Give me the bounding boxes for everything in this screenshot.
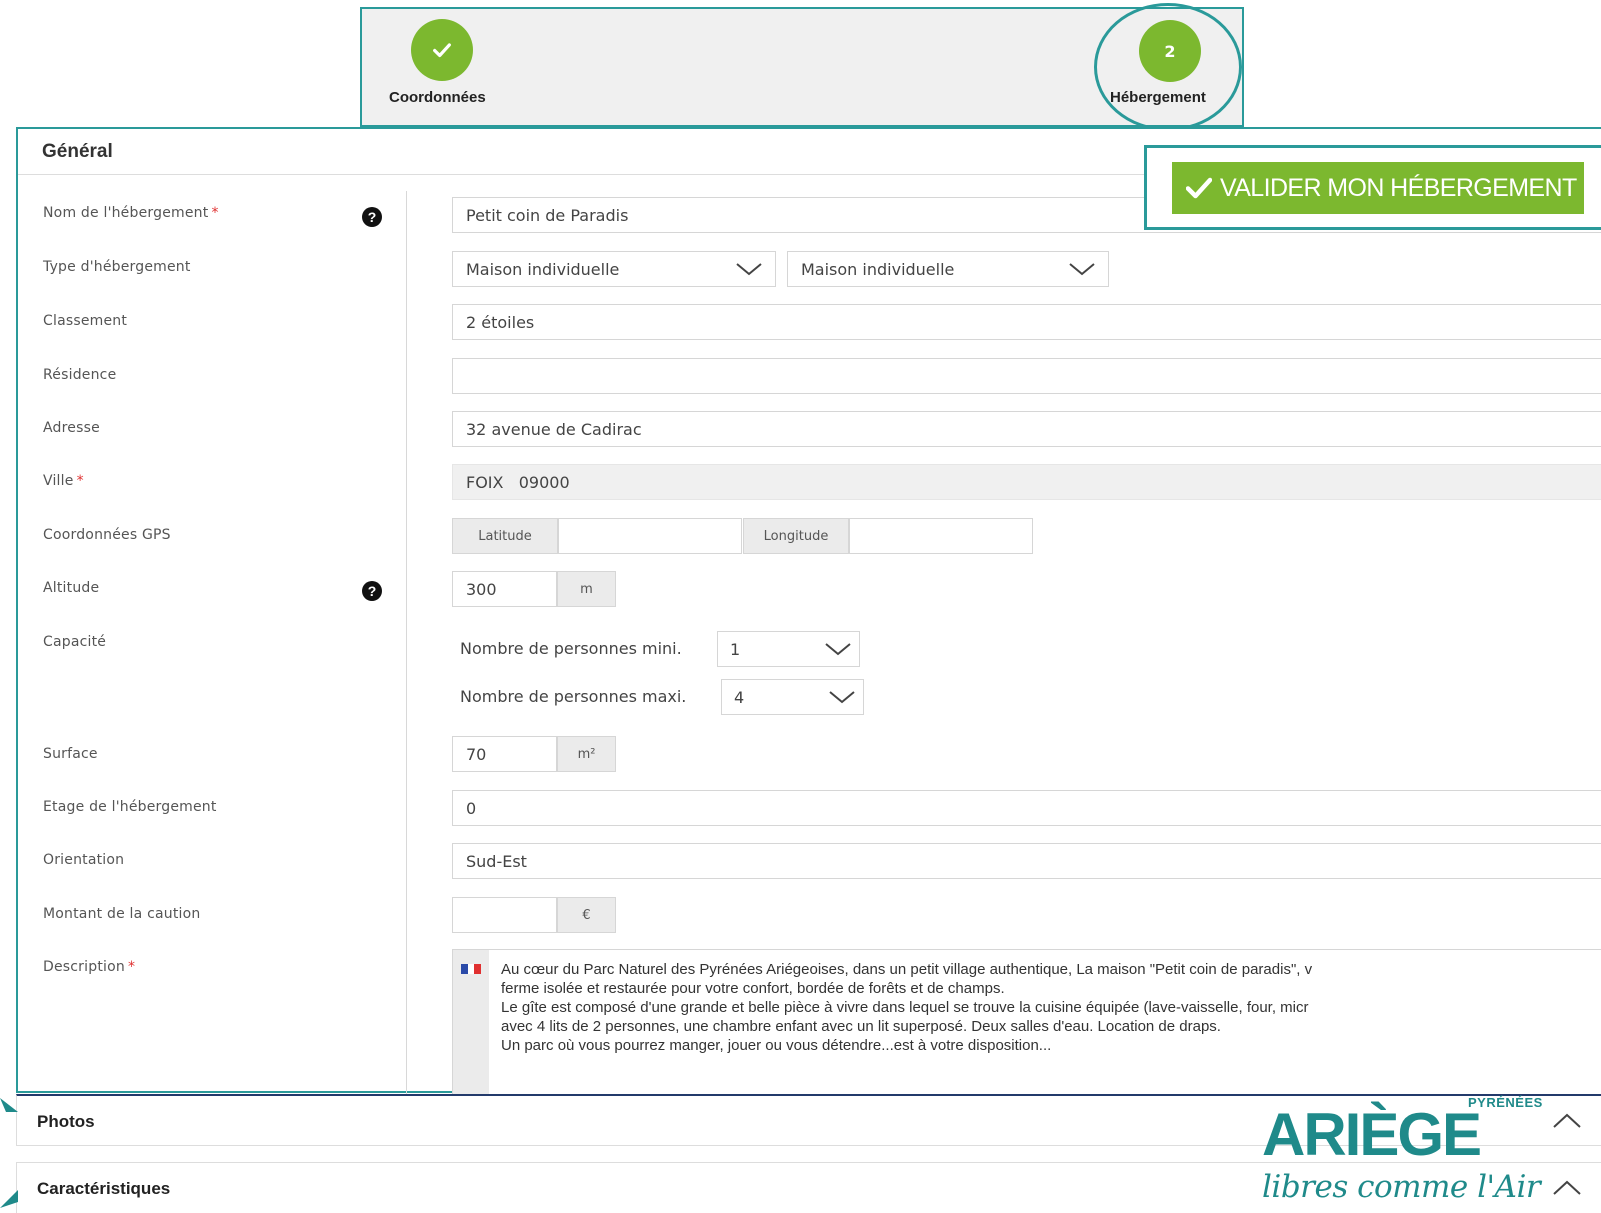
check-icon bbox=[1186, 177, 1212, 199]
longitude-group: Longitude bbox=[743, 518, 1033, 554]
caution-input[interactable] bbox=[452, 897, 557, 933]
logo-main-text: ARIÈGE bbox=[1262, 1101, 1482, 1168]
help-icon[interactable]: ? bbox=[362, 207, 382, 227]
label-ville: Ville * bbox=[43, 473, 84, 489]
surface-group: 70 m² bbox=[452, 736, 616, 772]
capacite-mini-label: Nombre de personnes mini. bbox=[460, 639, 682, 658]
step-1-completed-circle[interactable] bbox=[411, 19, 473, 81]
section-title: Caractéristiques bbox=[37, 1179, 171, 1198]
ville-field-readonly: FOIX 09000 bbox=[452, 464, 1601, 500]
required-marker: * bbox=[127, 959, 136, 975]
chevron-down-icon bbox=[736, 262, 762, 276]
capacite-maxi-select[interactable]: 4 bbox=[721, 679, 864, 715]
chevron-down-icon bbox=[829, 690, 855, 704]
panel-title: Général bbox=[42, 141, 113, 162]
progress-stepper: Coordonnées 2 Hébergement bbox=[360, 3, 1244, 131]
chevron-up-icon[interactable] bbox=[1547, 1112, 1587, 1134]
surface-unit: m² bbox=[557, 736, 616, 772]
adresse-input[interactable]: 32 avenue de Cadirac bbox=[452, 411, 1601, 447]
label-adresse: Adresse bbox=[43, 420, 100, 436]
section-title: Photos bbox=[37, 1112, 95, 1131]
validate-button-label: VALIDER MON HÉBERGEMENT bbox=[1220, 173, 1577, 202]
label-gps: Coordonnées GPS bbox=[43, 527, 171, 543]
description-line: Un parc où vous pourrez manger, jouer ou… bbox=[501, 1037, 1052, 1054]
chevron-down-icon bbox=[825, 642, 851, 656]
label-type: Type d'hébergement bbox=[43, 259, 191, 275]
step-highlight-ring bbox=[1094, 3, 1242, 131]
altitude-input[interactable]: 300 bbox=[452, 571, 557, 607]
longitude-addon: Longitude bbox=[743, 518, 849, 554]
chevron-down-icon bbox=[1069, 262, 1095, 276]
altitude-unit: m bbox=[557, 571, 616, 607]
latitude-input[interactable] bbox=[558, 518, 742, 554]
language-gutter bbox=[453, 950, 489, 1095]
latitude-group: Latitude bbox=[452, 518, 742, 554]
latitude-addon: Latitude bbox=[452, 518, 558, 554]
label-orientation: Orientation bbox=[43, 852, 125, 868]
chevron-up-icon[interactable] bbox=[1547, 1179, 1587, 1201]
validate-button-highlight: VALIDER MON HÉBERGEMENT bbox=[1144, 145, 1601, 230]
label-residence: Résidence bbox=[43, 367, 117, 383]
capacite-maxi-label: Nombre de personnes maxi. bbox=[460, 687, 687, 706]
label-altitude: Altitude bbox=[43, 580, 100, 596]
surface-input[interactable]: 70 bbox=[452, 736, 557, 772]
description-line: avec 4 lits de 2 personnes, une chambre … bbox=[501, 1018, 1221, 1035]
help-icon[interactable]: ? bbox=[362, 581, 382, 601]
type-select-1[interactable]: Maison individuelle bbox=[452, 251, 776, 287]
description-line: ferme isolée et restaurée pour votre con… bbox=[501, 980, 1005, 997]
french-flag-icon[interactable] bbox=[461, 964, 482, 974]
arrow-annotation-icon bbox=[0, 1190, 18, 1208]
orientation-select[interactable]: Sud-Est bbox=[452, 843, 1601, 879]
altitude-group: 300 m bbox=[452, 571, 616, 607]
label-capacite: Capacité bbox=[43, 634, 107, 650]
caution-group: € bbox=[452, 897, 616, 933]
arrow-annotation-icon bbox=[0, 1098, 18, 1112]
capacite-mini-select[interactable]: 1 bbox=[717, 631, 860, 667]
label-nom: Nom de l'hébergement * bbox=[43, 205, 219, 221]
description-line: Au cœur du Parc Naturel des Pyrénées Ari… bbox=[501, 961, 1313, 978]
required-marker: * bbox=[76, 473, 84, 489]
longitude-input[interactable] bbox=[849, 518, 1033, 554]
validate-hebergement-button[interactable]: VALIDER MON HÉBERGEMENT bbox=[1172, 162, 1584, 214]
check-icon bbox=[433, 43, 451, 58]
label-classement: Classement bbox=[43, 313, 128, 329]
description-line: Le gîte est composé d'une grande et bell… bbox=[501, 999, 1309, 1016]
column-divider bbox=[406, 191, 407, 1095]
description-textarea[interactable]: Au cœur du Parc Naturel des Pyrénées Ari… bbox=[452, 949, 1601, 1095]
step-1-label[interactable]: Coordonnées bbox=[389, 89, 486, 106]
required-marker: * bbox=[211, 205, 219, 221]
etage-input[interactable]: 0 bbox=[452, 790, 1601, 826]
logo-tagline: libres comme l'Air bbox=[1262, 1169, 1541, 1205]
label-etage: Etage de l'hébergement bbox=[43, 799, 217, 815]
ariege-logo: PYRÉNÉES ARIÈGE libres comme l'Air bbox=[1262, 1093, 1542, 1213]
label-surface: Surface bbox=[43, 746, 98, 762]
general-panel: Général Nom de l'hébergement * ? Petit co… bbox=[16, 127, 1601, 1095]
description-text: Au cœur du Parc Naturel des Pyrénées Ari… bbox=[501, 960, 1601, 1055]
residence-input[interactable] bbox=[452, 358, 1601, 394]
label-description: Description * bbox=[43, 959, 136, 975]
classement-select[interactable]: 2 étoiles bbox=[452, 304, 1601, 340]
label-caution: Montant de la caution bbox=[43, 906, 201, 922]
type-select-2[interactable]: Maison individuelle bbox=[787, 251, 1109, 287]
caution-unit: € bbox=[557, 897, 616, 933]
